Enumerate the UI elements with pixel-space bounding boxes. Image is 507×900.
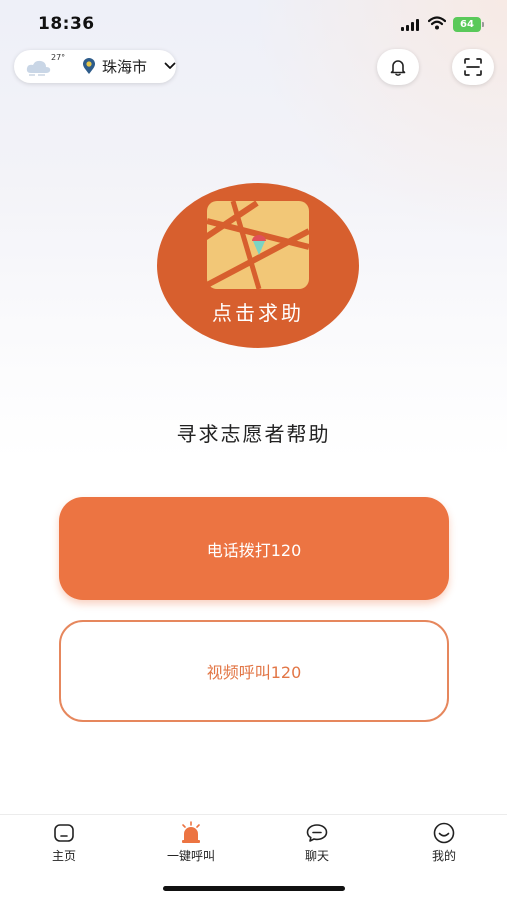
chevron-down-icon <box>164 62 176 69</box>
video-call-120-button[interactable]: 视频呼叫120 <box>59 620 449 722</box>
wifi-icon <box>428 16 446 30</box>
tab-chat-label: 聊天 <box>304 849 329 863</box>
tab-one-key-call-label: 一键呼叫 <box>166 849 215 863</box>
volunteer-help-link[interactable]: 寻求志愿者帮助 <box>0 418 507 447</box>
tab-home[interactable]: 主页 <box>19 820 109 870</box>
battery-level: 64 <box>453 17 481 32</box>
status-bar: 18:36 64 <box>0 0 507 48</box>
help-button[interactable]: 点击求助 <box>157 183 359 348</box>
tab-one-key-call[interactable]: 一键呼叫 <box>146 820 236 870</box>
tab-chat[interactable]: 聊天 <box>272 820 362 870</box>
signal-icon <box>401 19 421 31</box>
chat-icon <box>306 824 328 842</box>
location-selector[interactable]: 27° 珠海市 <box>14 50 176 83</box>
bell-icon <box>390 60 406 76</box>
help-button-label: 点击求助 <box>212 301 304 325</box>
city-name: 珠海市 <box>102 58 148 76</box>
battery-icon: 64 <box>453 17 485 32</box>
alarm-icon <box>182 821 200 843</box>
temperature: 27° <box>51 53 66 62</box>
home-indicator <box>163 886 345 891</box>
status-time: 18:36 <box>38 14 95 34</box>
map-icon <box>207 201 309 289</box>
tab-profile-label: 我的 <box>431 849 456 863</box>
home-icon <box>54 824 74 842</box>
call-120-button[interactable]: 电话拨打120 <box>59 497 449 600</box>
profile-icon <box>433 822 455 844</box>
location-pin-icon <box>83 58 95 74</box>
tab-home-label: 主页 <box>51 849 76 863</box>
scan-button[interactable] <box>452 49 494 85</box>
scan-icon <box>464 58 482 76</box>
tab-profile[interactable]: 我的 <box>399 820 489 870</box>
notifications-button[interactable] <box>377 49 419 85</box>
